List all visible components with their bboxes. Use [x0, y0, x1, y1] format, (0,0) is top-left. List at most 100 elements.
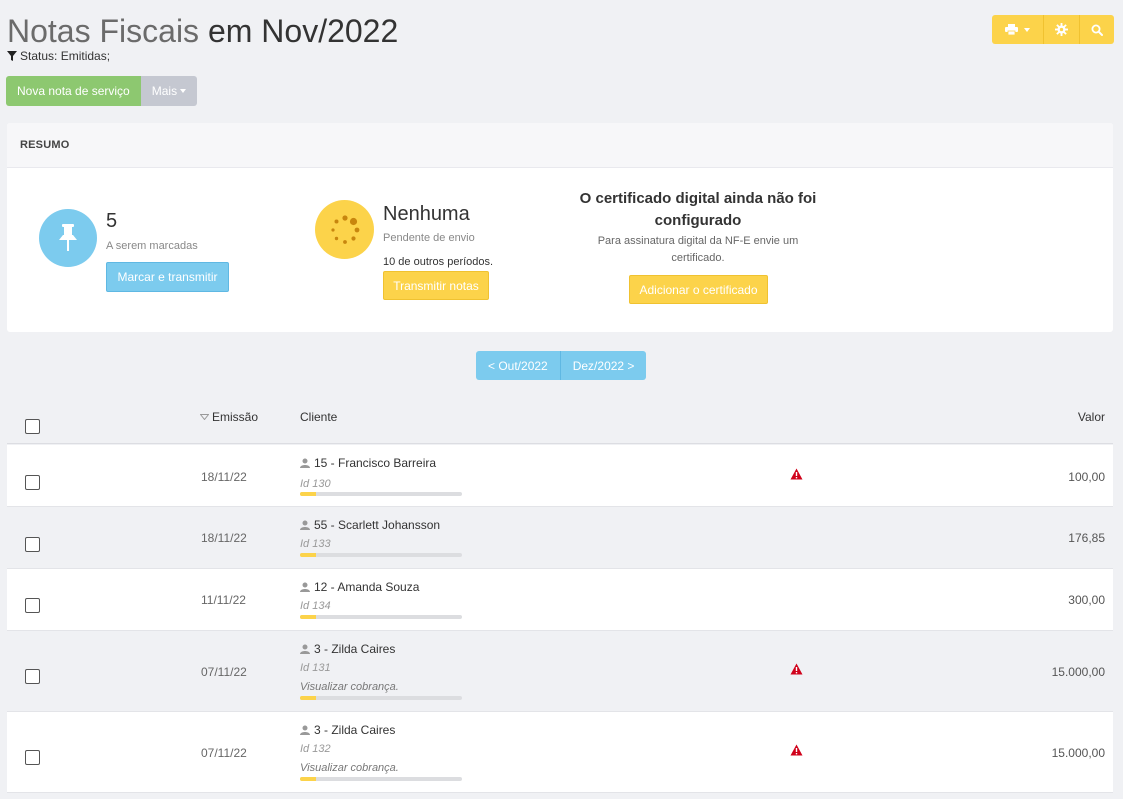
row-progress-bar [300, 696, 462, 700]
table-header: Emissão Cliente Valor [7, 396, 1113, 444]
row-value: 176,85 [1068, 531, 1105, 545]
column-header-emissao[interactable]: Emissão [200, 410, 258, 424]
row-client-name: 3 - Zilda Caires [314, 723, 396, 737]
select-all-checkbox[interactable] [25, 419, 40, 434]
row-checkbox[interactable] [25, 475, 40, 490]
gear-icon [1055, 23, 1068, 36]
row-id: Id 132 [300, 743, 331, 755]
pin-badge [39, 209, 97, 267]
user-icon [300, 725, 310, 735]
certificate-title: O certificado digital ainda não foi conf… [579, 190, 817, 229]
search-icon [1091, 24, 1103, 36]
row-progress-fill [300, 696, 317, 700]
row-id: Id 134 [300, 600, 331, 612]
period-pager: < Out/2022 Dez/2022 > [476, 351, 647, 380]
row-client[interactable]: 3 - Zilda Caires [300, 723, 395, 737]
table-row[interactable]: 18/11/22 15 - Francisco Barreira Id 130 … [7, 445, 1113, 507]
user-icon [300, 520, 310, 530]
user-icon [300, 582, 310, 592]
column-header-valor[interactable]: Valor [1078, 410, 1105, 424]
action-group: Nova nota de serviço Mais [6, 76, 198, 106]
row-date: 11/11/22 [201, 593, 246, 607]
new-service-invoice-button[interactable]: Nova nota de serviço [6, 76, 141, 106]
table-row[interactable]: 11/11/22 12 - Amanda Souza Id 134 300,00 [7, 569, 1113, 631]
row-progress-fill [300, 777, 317, 781]
row-date: 18/11/22 [201, 531, 247, 545]
row-date: 18/11/22 [201, 470, 247, 484]
spinner-icon [330, 214, 359, 244]
transmit-invoices-button[interactable]: Transmitir notas [383, 271, 489, 300]
user-icon [300, 458, 310, 468]
user-icon [300, 644, 310, 654]
marked-count: 5 [106, 210, 118, 232]
row-value: 15.000,00 [1051, 665, 1105, 679]
column-header-emissao-label: Emissão [212, 410, 259, 424]
top-toolbar [992, 15, 1114, 44]
row-progress-bar [300, 492, 462, 496]
row-value: 300,00 [1068, 593, 1105, 607]
summary-heading: RESUMO [7, 123, 1113, 168]
row-progress-bar [300, 553, 462, 557]
chevron-down-icon [180, 89, 187, 93]
table-row[interactable]: 18/11/22 55 - Scarlett Johansson Id 133 … [7, 507, 1113, 569]
row-client-name: 12 - Amanda Souza [314, 580, 420, 594]
next-period-button[interactable]: Dez/2022 > [560, 351, 647, 380]
print-button[interactable] [992, 15, 1044, 44]
mark-and-transmit-button[interactable]: Marcar e transmitir [106, 262, 229, 292]
other-periods-text: 10 de outros períodos. [383, 256, 494, 268]
filter-icon [7, 51, 17, 61]
page-title-main: Notas Fiscais [7, 13, 200, 49]
row-client-name: 55 - Scarlett Johansson [314, 518, 441, 532]
marked-label: A serem marcadas [106, 240, 198, 252]
row-checkbox[interactable] [25, 537, 40, 552]
row-client[interactable]: 3 - Zilda Caires [300, 642, 395, 656]
table-row[interactable]: 07/11/22 3 - Zilda Caires Id 131 Visuali… [7, 631, 1113, 712]
row-id: Id 131 [300, 662, 331, 674]
view-billing-link[interactable]: Visualizar cobrança. [300, 762, 399, 774]
summary-panel: RESUMO 5 A serem marcadas Marcar e trans… [7, 123, 1113, 332]
status-filter: Status: Emitidas; [7, 49, 110, 63]
more-button-label: Mais [151, 84, 178, 98]
row-checkbox[interactable] [25, 750, 40, 765]
row-client-name: 3 - Zilda Caires [314, 642, 396, 656]
row-client-name: 15 - Francisco Barreira [314, 456, 437, 470]
row-progress-bar [300, 777, 462, 781]
page-title: Notas Fiscais em Nov/2022 [7, 12, 398, 50]
warning-icon[interactable] [790, 744, 803, 756]
sort-desc-icon [200, 414, 209, 420]
previous-period-button[interactable]: < Out/2022 [476, 351, 561, 380]
add-certificate-button[interactable]: Adicionar o certificado [629, 275, 768, 304]
printer-icon [1005, 24, 1018, 35]
row-checkbox[interactable] [25, 669, 40, 684]
row-id: Id 133 [300, 538, 331, 550]
table-row[interactable]: 07/11/22 3 - Zilda Caires Id 132 Visuali… [7, 712, 1113, 793]
certificate-description: Para assinatura digital da NF-E envie um… [597, 235, 799, 264]
column-header-cliente[interactable]: Cliente [300, 410, 337, 424]
warning-icon[interactable] [790, 468, 803, 480]
pending-value: Nenhuma [383, 203, 470, 225]
row-checkbox[interactable] [25, 598, 40, 613]
row-client[interactable]: 15 - Francisco Barreira [300, 456, 436, 470]
chevron-down-icon [1024, 27, 1030, 32]
more-button[interactable]: Mais [140, 76, 198, 106]
row-progress-fill [300, 615, 317, 619]
row-id: Id 130 [300, 478, 331, 490]
status-filter-label: Status: Emitidas; [20, 49, 111, 63]
settings-button[interactable] [1044, 15, 1080, 44]
row-value: 15.000,00 [1051, 746, 1105, 760]
row-date: 07/11/22 [201, 665, 247, 679]
pin-icon [59, 224, 77, 251]
search-button[interactable] [1080, 15, 1114, 44]
warning-icon[interactable] [790, 663, 803, 675]
row-client[interactable]: 55 - Scarlett Johansson [300, 518, 440, 532]
row-value: 100,00 [1068, 470, 1105, 484]
page-title-period: em Nov/2022 [207, 13, 399, 49]
pending-badge [315, 200, 374, 259]
row-progress-bar [300, 615, 462, 619]
row-date: 07/11/22 [201, 746, 247, 760]
row-client[interactable]: 12 - Amanda Souza [300, 580, 419, 594]
row-progress-fill [300, 553, 317, 557]
row-progress-fill [300, 492, 317, 496]
view-billing-link[interactable]: Visualizar cobrança. [300, 681, 399, 693]
pending-label: Pendente de envio [383, 232, 475, 244]
